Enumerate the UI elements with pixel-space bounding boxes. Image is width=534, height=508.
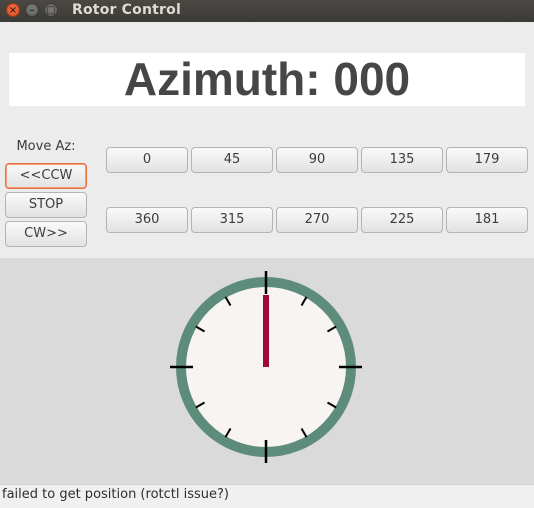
preset-button-225[interactable]: 225 (361, 207, 443, 233)
preset-button-270[interactable]: 270 (276, 207, 358, 233)
maximize-icon[interactable]: □ (44, 3, 58, 17)
preset-button-135[interactable]: 135 (361, 147, 443, 173)
preset-button-0[interactable]: 0 (106, 147, 188, 173)
preset-button-179[interactable]: 179 (446, 147, 528, 173)
minimize-icon[interactable]: – (25, 3, 39, 17)
app-window: × – □ Rotor Control Azimuth: 000 Move Az… (0, 0, 534, 508)
move-az-label: Move Az: (16, 139, 76, 154)
azimuth-dial (170, 271, 362, 463)
preset-button-181[interactable]: 181 (446, 207, 528, 233)
preset-button-90[interactable]: 90 (276, 147, 358, 173)
title-bar: × – □ Rotor Control (0, 0, 534, 22)
status-bar: failed to get position (rotctl issue?) (0, 484, 534, 508)
preset-button-315[interactable]: 315 (191, 207, 273, 233)
cw-button[interactable]: CW>> (5, 221, 87, 247)
dial-panel (0, 258, 534, 484)
ccw-button[interactable]: <<CCW (5, 163, 87, 189)
preset-button-360[interactable]: 360 (106, 207, 188, 233)
preset-button-45[interactable]: 45 (191, 147, 273, 173)
close-icon[interactable]: × (6, 3, 20, 17)
stop-button[interactable]: STOP (5, 192, 87, 218)
azimuth-readout: Azimuth: 000 (9, 53, 525, 106)
window-title: Rotor Control (72, 2, 181, 18)
